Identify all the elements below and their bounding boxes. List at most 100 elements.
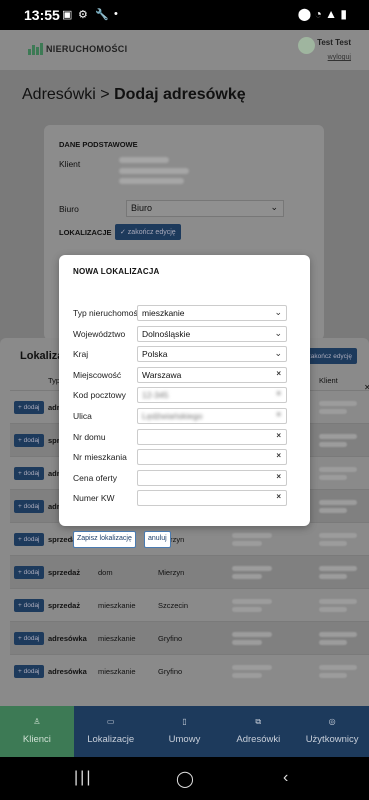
add-row-button[interactable]: + dodaj [14,500,44,513]
field-label: Cena oferty [73,472,117,483]
nav-item-lokalizacje[interactable]: ▭ Lokalizacje [74,706,148,757]
row-address-blurred-2 [232,640,262,645]
form-row: Typ nieruchomości mieszkanie ⌄ [73,305,303,321]
text-field[interactable]: × [137,449,287,466]
breadcrumb-parent[interactable]: Adresówki [22,86,96,103]
field-label: Miejscowość [73,369,122,380]
office-select[interactable]: Biuro ⌄ [126,200,284,217]
nav-label: Użytkownicy [305,734,359,745]
text-field[interactable]: × [137,428,287,445]
form-row: Kod pocztowy 12-345 × [73,387,303,404]
form-row: Nr domu × [73,428,303,445]
users-icon: ◎ [328,717,336,726]
nav-item-adresówki[interactable]: ⧉ Adresówki [221,706,295,757]
row-client-blurred-2 [319,541,347,546]
chevron-down-icon: ⌄ [270,202,278,212]
row-type: sprzedaż [48,568,81,577]
clear-icon[interactable]: × [276,451,281,460]
field-label: Ulica [73,411,92,421]
text-field[interactable]: 12-345 × [137,387,287,404]
save-location-button[interactable]: Zapisz lokalizację [73,531,136,548]
field-label: Województwo [73,328,126,339]
page-title: Adresówki > Dodaj adresówkę [22,86,246,104]
clear-icon[interactable]: × [276,369,281,378]
row-city: Mierzyn [158,568,185,577]
add-row-button[interactable]: + dodaj [14,467,44,480]
form-row: Cena oferty × [73,469,303,486]
cancel-button[interactable]: anuluj [144,531,171,548]
finish-edit-button[interactable]: ✓ zakończ edycję [115,224,181,240]
row-address-blurred [232,632,272,637]
text-field[interactable]: Lędźwiańskiego × [137,408,287,424]
clear-icon[interactable]: × [276,410,281,419]
add-row-button[interactable]: + dodaj [14,533,44,546]
location-icon: ⬤ [297,7,312,21]
user-menu: Test Test wyloguj [317,36,351,61]
row-kind: mieszkanie [98,634,136,643]
person-icon: ♙ [33,717,41,726]
form-row: Województwo Dolnośląskie ⌄ [73,325,303,342]
nav-item-klienci[interactable]: ♙ Klienci [0,706,74,757]
chevron-down-icon: ⌄ [274,307,282,317]
nav-item-umowy[interactable]: ▯ Umowy [148,706,222,757]
logo[interactable]: NIERUCHOMOŚCI [28,43,127,55]
text-field[interactable]: × [137,490,287,507]
system-nav-bar: ||| ◯ ‹ [0,757,369,800]
add-row-button[interactable]: + dodaj [14,632,44,645]
clear-icon[interactable]: × [276,389,281,398]
status-icons: ⬤ ◔ ▲ ▮ [298,7,347,21]
row-city: Szczecin [158,601,189,610]
field-label: Typ nieruchomości [73,308,144,318]
row-city: Gryfino [158,667,183,676]
nav-label: Lokalizacje [87,734,135,745]
text-field[interactable]: Warszawa × [137,366,287,383]
gallery-icon: ▣ [62,9,73,21]
row-kind: mieszkanie [98,667,136,676]
table-row: + dodajsprzedażdomMierzyn [10,522,369,555]
table-row: + dodaj sprzedaż dom Mierzyn [10,555,369,588]
map-icon: ▭ [106,717,115,726]
add-row-button[interactable]: + dodaj [14,599,44,612]
row-client-blurred [319,500,357,505]
section-locations-title: LOKALIZACJE [59,228,112,237]
text-field[interactable]: × [137,469,287,486]
row-kind: mieszkanie [98,601,136,610]
clear-icon[interactable]: × [276,472,281,481]
nav-label: Klienci [22,734,51,745]
row-client-blurred-2 [319,475,347,480]
row-type: sprzedaż [48,601,81,610]
row-kind: dom [98,568,113,577]
nav-item-użytkownicy[interactable]: ◎ Użytkownicy [295,706,369,757]
home-icon[interactable]: ◯ [176,769,194,789]
row-client-blurred-2 [319,607,347,612]
add-row-button[interactable]: + dodaj [14,566,44,579]
form-row: Kraj Polska ⌄ [73,346,303,363]
chevron-down-icon: ⌄ [274,348,282,359]
form-row: Ulica Lędźwiańskiego × [73,408,303,424]
back-icon[interactable]: ‹ [283,769,288,787]
add-row-button[interactable]: + dodaj [14,401,44,414]
row-client-blurred-2 [319,574,347,579]
client-label: Klient [59,159,81,169]
add-row-button[interactable]: + dodaj [14,665,44,678]
row-client-blurred [319,599,357,604]
select-field[interactable]: Dolnośląskie ⌄ [137,325,287,342]
status-bar: 13:55 ▣ ⚙ 🔧 • ⬤ ◔ ▲ ▮ [0,0,369,30]
column-client: Klient [319,376,338,385]
client-name-blurred [119,157,169,163]
recent-apps-icon[interactable]: ||| [74,769,92,787]
clear-icon[interactable]: × [276,492,281,501]
select-field[interactable]: mieszkanie ⌄ [137,305,287,321]
row-client-blurred [319,434,357,439]
office-value: Biuro [131,203,153,213]
logo-bars-icon [28,43,43,55]
row-client-blurred [319,401,357,406]
row-client-blurred [319,665,357,670]
breadcrumb-current: Dodaj adresówkę [114,86,246,103]
logout-link[interactable]: wyloguj [317,54,351,61]
clear-icon[interactable]: × [276,431,281,440]
add-row-button[interactable]: + dodaj [14,434,44,447]
form-row: Nr mieszkania × [73,449,303,466]
select-field[interactable]: Polska ⌄ [137,346,287,363]
wrench-icon: 🔧 [95,9,109,21]
